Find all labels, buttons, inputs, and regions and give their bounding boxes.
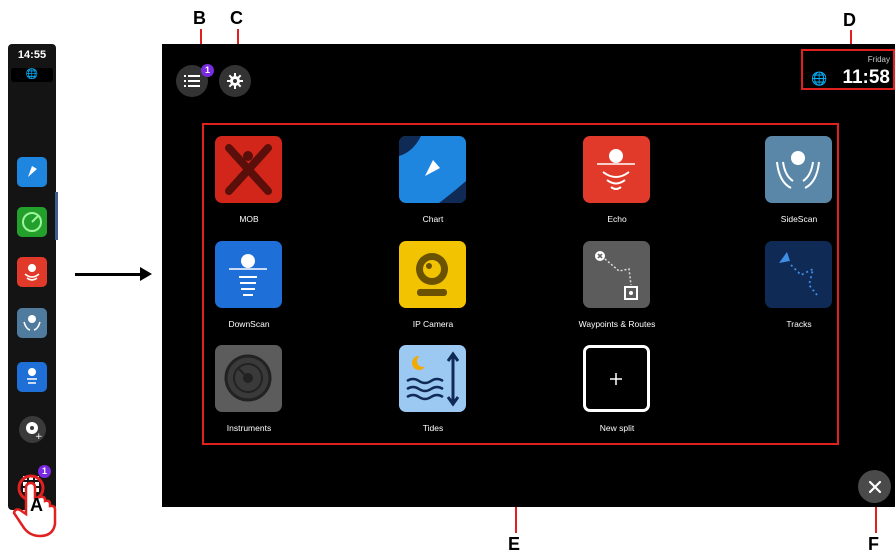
sidescan-icon bbox=[765, 136, 832, 203]
instruments-icon bbox=[215, 345, 282, 412]
app-label: Chart bbox=[422, 214, 444, 224]
app-grid: MOB Chart Echo SideScan DownScan IP Came… bbox=[202, 123, 839, 445]
close-icon bbox=[868, 480, 881, 493]
callout-a: A bbox=[30, 495, 43, 515]
app-tile-tides[interactable]: Tides bbox=[371, 334, 491, 434]
globe-icon: 🌐 bbox=[811, 71, 828, 86]
sidebar-item-echo[interactable] bbox=[17, 257, 47, 287]
app-tile-instruments[interactable]: Instruments bbox=[187, 334, 307, 434]
callout-f: F bbox=[868, 534, 879, 554]
chart-icon bbox=[399, 136, 466, 203]
callout-c: C bbox=[230, 8, 243, 28]
notifications-badge: 1 bbox=[201, 64, 214, 77]
app-label: SideScan bbox=[780, 214, 818, 224]
gear-icon bbox=[227, 73, 243, 89]
app-tile-new-split[interactable]: New split bbox=[555, 334, 675, 434]
callout-f-line bbox=[875, 503, 877, 533]
waypoints-icon bbox=[583, 241, 650, 308]
mob-icon bbox=[215, 136, 282, 203]
app-label: IP Camera bbox=[412, 319, 454, 329]
list-icon bbox=[184, 75, 200, 87]
close-button[interactable] bbox=[858, 470, 891, 503]
app-label: Tides bbox=[422, 423, 444, 433]
sidebar-item-sidescan[interactable] bbox=[17, 308, 47, 338]
chart-icon bbox=[28, 166, 37, 177]
app-label: DownScan bbox=[228, 319, 270, 329]
app-tile-echo[interactable]: Echo bbox=[555, 125, 675, 225]
callout-d: D bbox=[843, 10, 856, 30]
sidebar-active-indicator bbox=[55, 192, 58, 240]
arrow-head bbox=[140, 267, 152, 281]
downscan-icon bbox=[215, 241, 282, 308]
tracks-icon bbox=[765, 241, 832, 308]
echo-icon bbox=[583, 136, 650, 203]
callout-b: B bbox=[193, 8, 206, 28]
app-tile-waypoints-routes[interactable]: Waypoints & Routes bbox=[555, 230, 675, 330]
app-label: Waypoints & Routes bbox=[578, 319, 656, 329]
clock-time: 11:58 bbox=[842, 67, 890, 88]
sidebar-item-radar[interactable] bbox=[17, 207, 47, 237]
sidebar: 14:55 🌐 + 1 bbox=[8, 44, 58, 510]
app-label: Instruments bbox=[226, 423, 272, 433]
camera-icon bbox=[399, 241, 466, 308]
app-label: New split bbox=[599, 423, 635, 433]
echo-icon bbox=[24, 264, 40, 281]
app-label: Tracks bbox=[786, 319, 812, 329]
app-tile-ip-camera[interactable]: IP Camera bbox=[371, 230, 491, 330]
callout-e: E bbox=[508, 534, 521, 554]
clock-widget[interactable]: Friday 🌐 11:58 bbox=[801, 49, 895, 90]
sidebar-item-chart[interactable] bbox=[17, 157, 47, 187]
tides-icon bbox=[399, 345, 466, 412]
app-tile-sidescan[interactable]: SideScan bbox=[737, 125, 857, 225]
globe-icon: 🌐 bbox=[11, 68, 53, 82]
svg-text:+: + bbox=[35, 432, 43, 442]
sidebar-item-downscan[interactable] bbox=[17, 362, 47, 392]
sidescan-icon bbox=[23, 315, 41, 331]
app-label: Echo bbox=[607, 214, 627, 224]
app-tile-chart[interactable]: Chart bbox=[371, 125, 491, 225]
app-tile-tracks[interactable]: Tracks bbox=[737, 230, 857, 330]
settings-button[interactable] bbox=[219, 65, 251, 97]
plus-icon bbox=[583, 345, 650, 412]
app-tile-mob[interactable]: MOB bbox=[187, 125, 307, 225]
app-tile-downscan[interactable]: DownScan bbox=[187, 230, 307, 330]
arrow-line bbox=[75, 273, 143, 276]
app-label: MOB bbox=[239, 214, 259, 224]
sidebar-time: 14:55 bbox=[17, 49, 47, 61]
downscan-icon bbox=[27, 368, 37, 384]
add-waypoint-button[interactable]: + bbox=[19, 416, 46, 443]
add-pin-icon: + bbox=[26, 422, 43, 442]
clock-day: Friday bbox=[867, 55, 890, 64]
radar-icon bbox=[22, 212, 42, 232]
